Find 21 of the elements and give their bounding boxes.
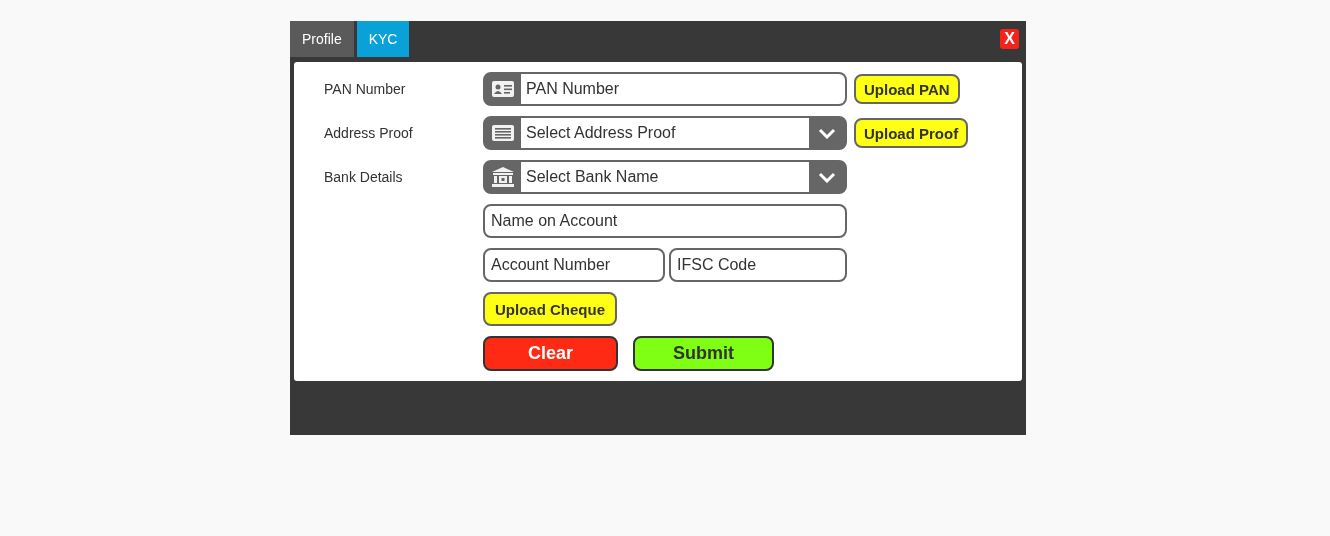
field-label: PAN Number <box>323 81 407 97</box>
input-field[interactable]: PAN Number <box>483 72 847 106</box>
bank-icon <box>492 167 514 187</box>
input-field[interactable]: Name on Account <box>483 204 847 238</box>
dropdown[interactable]: Select Address Proof <box>483 116 847 150</box>
input-field[interactable]: Account Number <box>483 248 665 282</box>
field-label: Bank Details <box>323 169 404 185</box>
close-button[interactable]: X <box>1000 29 1019 49</box>
id-card-icon <box>492 81 514 97</box>
field-label: Address Proof <box>323 125 414 141</box>
upload-button[interactable]: Upload Proof <box>854 118 969 148</box>
input-field[interactable]: IFSC Code <box>669 248 847 282</box>
upload-button[interactable]: Upload Cheque <box>483 292 617 326</box>
upload-button[interactable]: Upload PAN <box>854 74 960 104</box>
dropdown[interactable]: Select Bank Name <box>483 160 847 194</box>
tab[interactable]: Profile <box>290 21 354 57</box>
submit-button[interactable]: Submit <box>633 336 774 371</box>
clear-button[interactable]: Clear <box>483 336 618 371</box>
chevron-down-icon <box>818 127 836 139</box>
chevron-down-icon <box>818 171 836 183</box>
list-icon <box>492 125 514 141</box>
